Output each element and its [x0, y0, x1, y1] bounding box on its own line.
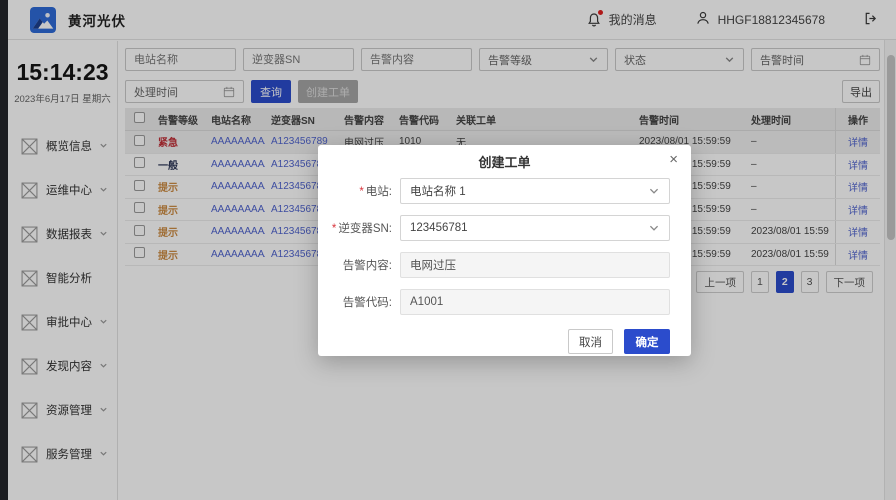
alarm-content-readonly-input: 电网过压 — [400, 252, 670, 278]
inverter-sn-field-label: * 逆变器SN: — [331, 223, 392, 235]
required-mark: * — [359, 186, 364, 198]
alarm-code-field-label: 告警代码: — [342, 297, 392, 309]
cancel-button[interactable]: 取消 — [568, 329, 613, 354]
modal-field-alarm-content: 告警内容: 电网过压 — [318, 252, 670, 278]
chevron-down-icon — [648, 222, 660, 234]
app-screen: 黄河光伏 我的消息 HHGF18812345678 15:14:23 2023年… — [0, 0, 896, 500]
modal-field-inverter-sn: * 逆变器SN: 123456781 — [318, 215, 670, 241]
alarm-content-field-label: 告警内容: — [342, 260, 392, 272]
close-icon[interactable]: × — [669, 152, 678, 167]
modal-header: 创建工单 × — [318, 145, 691, 178]
inverter-sn-select[interactable]: 123456781 — [400, 215, 670, 241]
modal-field-station: * 电站: 电站名称 1 — [318, 178, 670, 204]
station-select[interactable]: 电站名称 1 — [400, 178, 670, 204]
station-field-label: * 电站: — [359, 186, 392, 198]
required-mark: * — [331, 223, 337, 235]
modal-footer: 取消 确定 — [318, 329, 691, 354]
inverter-sn-select-value: 123456781 — [410, 222, 468, 234]
station-select-value: 电站名称 1 — [410, 186, 466, 198]
chevron-down-icon — [648, 185, 660, 197]
modal-field-alarm-code: 告警代码: A1001 — [318, 289, 670, 315]
create-work-order-modal: 创建工单 × * 电站: 电站名称 1 * 逆变器SN: 123456781 告警内… — [318, 145, 691, 356]
confirm-button[interactable]: 确定 — [624, 329, 670, 354]
modal-title: 创建工单 — [478, 155, 531, 170]
alarm-code-readonly-input: A1001 — [400, 289, 670, 315]
